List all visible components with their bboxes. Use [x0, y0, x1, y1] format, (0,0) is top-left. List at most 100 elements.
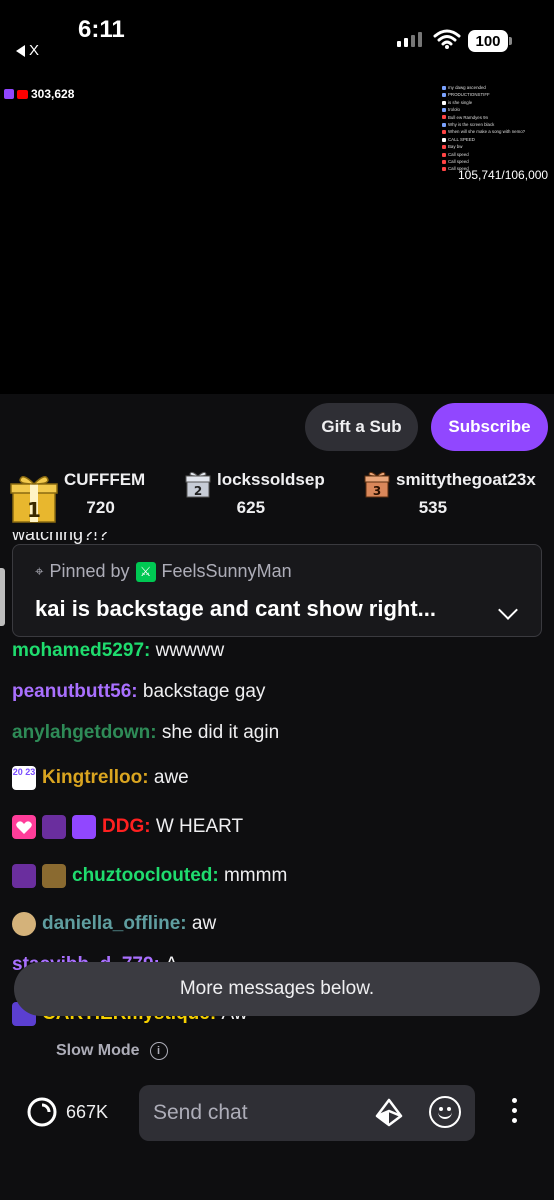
action-bar: Gift a Sub Subscribe — [0, 394, 554, 460]
leader-2[interactable]: 2 lockssoldsep 625 — [185, 470, 325, 518]
more-messages-button[interactable]: More messages below. — [14, 962, 540, 1016]
overlay-chat-badge-icon — [442, 145, 446, 150]
subscribe-button[interactable]: Subscribe — [431, 403, 548, 451]
pimp-badge-icon — [42, 815, 66, 839]
video-player[interactable]: 303,628 my dawg ascended PRODUCTIONSTIFF i… — [0, 62, 554, 394]
leader-3[interactable]: 3 smittythegoat23x 535 — [364, 470, 536, 518]
overlay-chat-badge-icon — [442, 108, 446, 113]
chat-input-bar: Slow Mode i 667K — [0, 1032, 554, 1200]
gold-gift-icon: 1 — [10, 476, 58, 523]
gift-sub-button[interactable]: Gift a Sub — [305, 403, 418, 451]
overlay-chat-line: trololo — [442, 106, 550, 113]
gift-badge-icon — [72, 815, 96, 839]
leader-1[interactable]: 1 CUFFFEM 720 — [10, 470, 145, 524]
chat-message[interactable]: 20 23 Kingtrelloo: awe — [12, 766, 189, 790]
overlay-chat-text: is she single — [448, 99, 473, 105]
pinned-by-user: FeelsSunnyMan — [161, 561, 292, 581]
emote-picker-icon[interactable] — [429, 1096, 461, 1128]
status-bar: 6:11 X 100 — [0, 0, 554, 62]
info-icon[interactable]: i — [149, 1042, 168, 1060]
sub-goal: 105,741/106,000 — [458, 168, 549, 182]
overlay-chat-line: Why is the screen black — [442, 121, 550, 128]
pinned-message[interactable]: ⌖ Pinned by ⚔ FeelsSunnyMan kai is backs… — [12, 544, 542, 637]
chat-scrollbar[interactable] — [0, 568, 5, 626]
chat-text: awe — [153, 767, 189, 788]
chat-text: she did it agin — [161, 722, 280, 743]
overlay-chat: my dawg ascended PRODUCTIONSTIFF is she si… — [442, 84, 550, 173]
chat-username[interactable]: daniella_offline: — [42, 913, 187, 935]
overlay-chat-text: PRODUCTIONSTIFF — [448, 92, 490, 98]
sub-badge-icon: 20 23 — [12, 766, 36, 790]
status-time: 6:11 — [78, 16, 125, 43]
battery-indicator: 100 — [468, 30, 508, 52]
chat-text: wwwww — [155, 640, 225, 661]
wifi-icon — [433, 29, 461, 49]
chat-username[interactable]: chuztooclouted: — [72, 865, 219, 887]
bronze-gift-icon: 3 — [364, 471, 390, 498]
overlay-chat-text: Bull ew Ramdyes 9n — [448, 114, 489, 120]
chevron-down-icon[interactable] — [498, 600, 518, 620]
overlay-chat-line: Bay bw — [442, 143, 550, 150]
leader-2-name: lockssoldsep — [217, 470, 325, 489]
overlay-chat-text: CALL SPEED — [448, 136, 475, 142]
overlay-chat-line: Bull ew Ramdyes 9n — [442, 114, 550, 121]
silver-gift-icon: 2 — [185, 471, 211, 498]
channel-points-count: 667K — [66, 1101, 109, 1122]
overlay-chat-text: Call speed — [448, 151, 469, 157]
emote-badge-icon — [42, 864, 66, 888]
moderator-sword-icon: ⚔ — [135, 561, 156, 582]
slow-mode-indicator[interactable]: Slow Mode i — [56, 1042, 168, 1060]
pinned-by-row: ⌖ Pinned by ⚔ FeelsSunnyMan — [35, 561, 292, 582]
channel-points-button[interactable]: 667K — [26, 1096, 108, 1128]
viewer-count-badge: 303,628 — [4, 87, 74, 101]
bits-icon[interactable] — [375, 1098, 403, 1128]
feather-badge-icon — [12, 912, 36, 936]
overlay-chat-line: my dawg ascended — [442, 84, 550, 91]
overlay-chat-badge-icon — [442, 152, 446, 157]
chat-message[interactable]: daniella_offline: aw — [12, 912, 216, 936]
overlay-chat-line: Call speed — [442, 158, 550, 165]
slow-mode-label: Slow Mode — [56, 1042, 140, 1059]
chat-message[interactable]: anylahgetdown: she did it agin — [12, 722, 279, 744]
chat-message[interactable]: mohamed5297: wwwww — [12, 640, 224, 662]
overlay-chat-line: PRODUCTIONSTIFF — [442, 91, 550, 98]
chat-message[interactable]: chuztooclouted: mmmm — [12, 864, 287, 888]
svg-text:2: 2 — [194, 484, 202, 498]
more-options-icon[interactable] — [509, 1098, 519, 1123]
overlay-chat-text: When will she make a song with nemo? — [448, 129, 526, 135]
chat-username[interactable]: Kingtrelloo: — [42, 767, 149, 789]
overlay-chat-badge-icon — [442, 167, 446, 172]
chat-username[interactable]: peanutbutt56: — [12, 681, 138, 703]
chat-username[interactable]: anylahgetdown: — [12, 722, 157, 744]
overlay-chat-line: When will she make a song with nemo? — [442, 128, 550, 135]
chat-message[interactable]: DDG: W HEART — [12, 815, 243, 839]
viewer-count: 303,628 — [31, 87, 75, 101]
back-app-label: X — [29, 42, 40, 59]
back-to-app-button[interactable]: X — [16, 42, 39, 59]
cellular-signal-icon — [397, 32, 422, 47]
leader-3-name: smittythegoat23x — [396, 470, 536, 489]
heart-badge-icon — [12, 815, 36, 839]
chat-username[interactable]: DDG: — [102, 816, 151, 838]
back-triangle-icon — [16, 44, 25, 57]
chat-panel[interactable]: watching?!? ⌖ Pinned by ⚔ FeelsSunnyMan … — [0, 532, 554, 1032]
chat-message[interactable]: peanutbutt56: backstage gay — [12, 681, 265, 703]
overlay-chat-badge-icon — [442, 85, 446, 90]
overlay-chat-text: trololo — [448, 107, 460, 113]
leader-2-score: 625 — [236, 498, 266, 517]
overlay-chat-badge-icon — [442, 93, 446, 98]
pimp-badge-icon — [12, 864, 36, 888]
overlay-chat-text: Why is the screen black — [448, 122, 495, 128]
send-chat-input[interactable] — [153, 1085, 373, 1141]
battery-tip-icon — [509, 37, 512, 45]
chat-input-box[interactable] — [139, 1085, 475, 1141]
overlay-chat-badge-icon — [442, 122, 446, 127]
overlay-chat-line: is she single — [442, 99, 550, 106]
leader-3-score: 535 — [418, 498, 448, 517]
gift-leaderboard[interactable]: 1 CUFFFEM 720 2 lockssoldsep 625 3 smitt… — [0, 460, 554, 532]
twitch-icon — [4, 89, 14, 99]
chat-text: backstage gay — [142, 681, 266, 702]
overlay-chat-line: CALL SPEED — [442, 136, 550, 143]
overlay-chat-badge-icon — [442, 137, 446, 142]
chat-username[interactable]: mohamed5297: — [12, 640, 150, 662]
